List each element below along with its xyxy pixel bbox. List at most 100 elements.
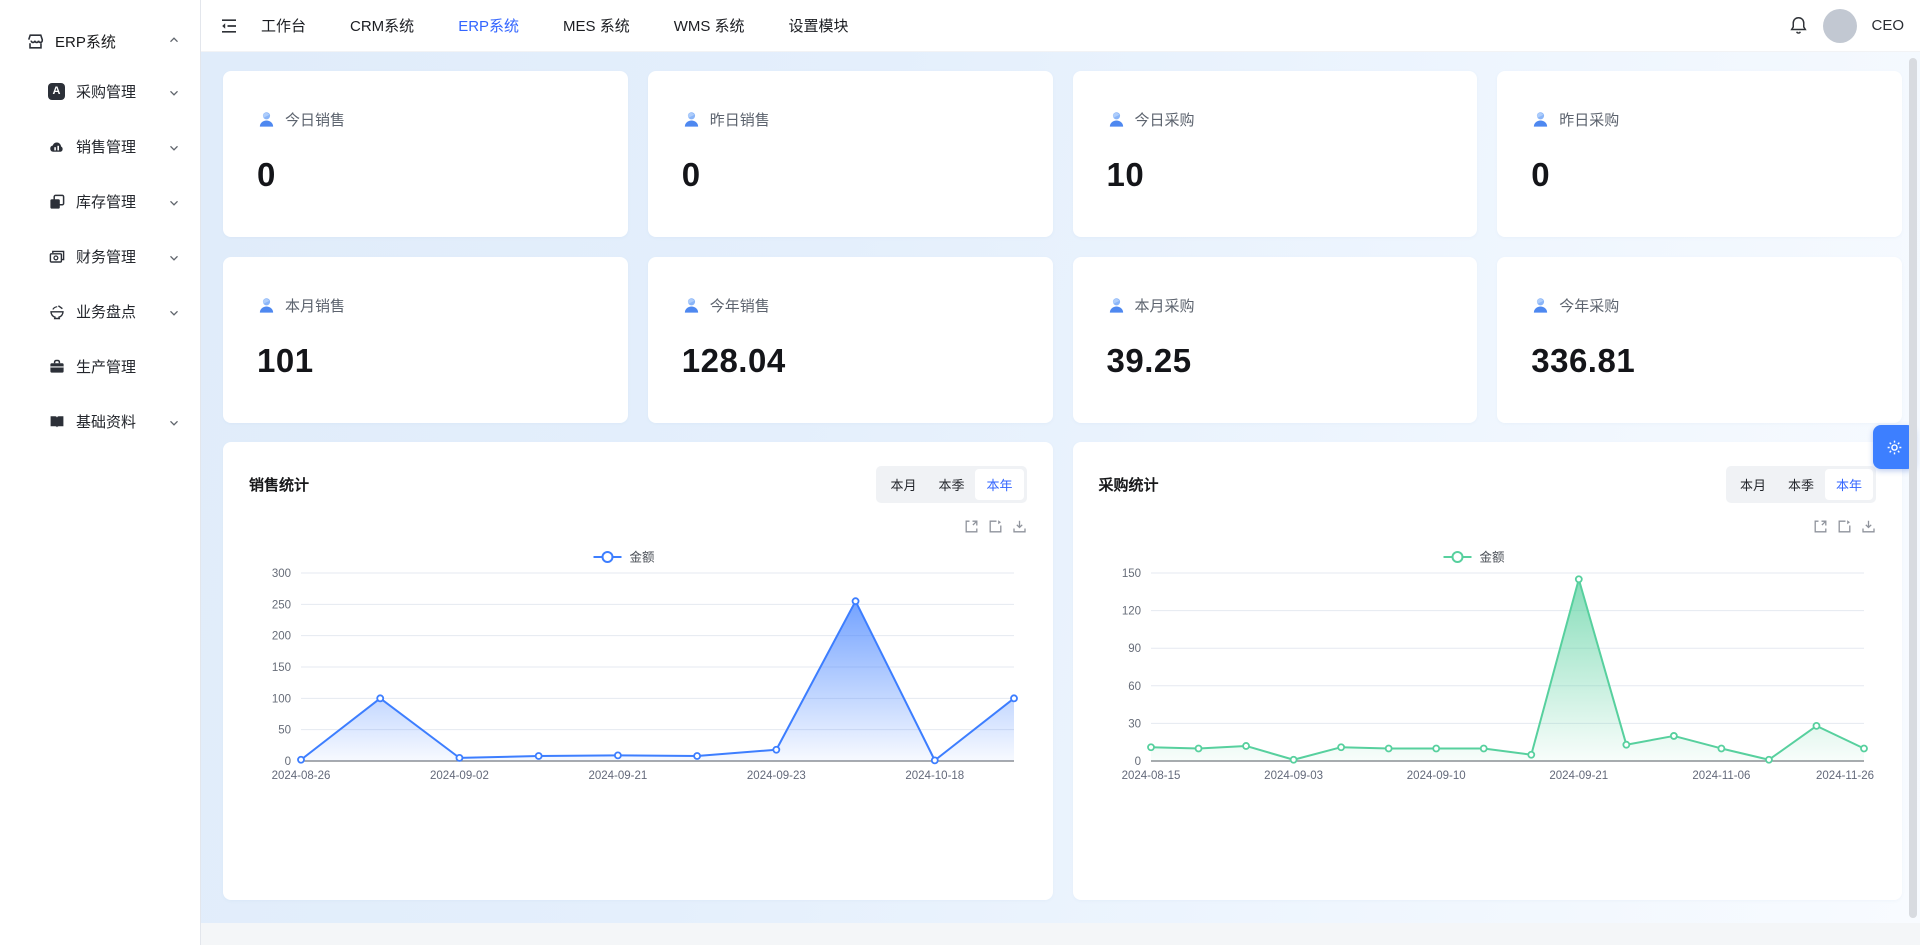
purchase-a-icon: A (48, 83, 66, 101)
chevron-down-icon (168, 416, 180, 428)
svg-text:金额: 金额 (630, 550, 656, 565)
main-content: 今日销售0昨日销售0今日采购10昨日采购0本月销售101今年销售128.04本月… (201, 52, 1920, 923)
stat-value: 101 (257, 342, 594, 380)
zoom-box-icon[interactable] (1813, 519, 1828, 534)
chart-title: 销售统计 (249, 466, 309, 495)
stat-card: 本月采购 39.25 (1073, 257, 1478, 423)
topbar: 工作台 CRM系统 ERP系统 MES 系统 WMS 系统 设置模块 CEO (201, 0, 1920, 52)
stat-card: 昨日销售 0 (648, 71, 1053, 237)
svg-text:2024-09-21: 2024-09-21 (588, 770, 647, 782)
period-tab-month[interactable]: 本月 (1729, 469, 1777, 500)
period-tab-month[interactable]: 本月 (879, 469, 927, 500)
svg-text:250: 250 (272, 599, 291, 611)
period-tab-quarter[interactable]: 本季 (1777, 469, 1825, 500)
period-tab-year[interactable]: 本年 (1825, 469, 1873, 500)
svg-text:2024-09-21: 2024-09-21 (1549, 770, 1608, 782)
svg-text:0: 0 (1134, 756, 1140, 768)
tab-crm[interactable]: CRM系统 (350, 15, 414, 36)
person-icon (257, 296, 276, 315)
restore-icon[interactable] (988, 519, 1003, 534)
stat-label: 昨日采购 (1559, 109, 1619, 130)
finance-money-icon (48, 248, 66, 266)
svg-text:300: 300 (272, 568, 291, 580)
svg-text:150: 150 (1121, 568, 1140, 580)
stat-value: 128.04 (682, 342, 1019, 380)
stat-label: 昨日销售 (710, 109, 770, 130)
user-name: CEO (1871, 17, 1904, 34)
svg-text:50: 50 (278, 725, 291, 737)
person-icon (1531, 110, 1550, 129)
sidebar: ERP系统 A采购管理销售管理库存管理财务管理业务盘点生产管理基础资料 (0, 0, 201, 945)
stat-value: 39.25 (1107, 342, 1444, 380)
chart-toolbox (249, 519, 1027, 535)
sales-cloud-icon (48, 138, 66, 156)
restore-icon[interactable] (1837, 519, 1852, 534)
period-tab-year[interactable]: 本年 (975, 469, 1023, 500)
collapse-menu-icon[interactable] (219, 16, 239, 36)
chart-toolbox (1099, 519, 1877, 535)
svg-text:2024-09-10: 2024-09-10 (1406, 770, 1465, 782)
stat-label: 本月销售 (285, 295, 345, 316)
sales-line-chart: 金额0501001502002503002024-08-262024-09-02… (249, 543, 1026, 793)
bottom-strip (201, 923, 1920, 945)
download-icon[interactable] (1861, 519, 1876, 534)
svg-text:2024-11-06: 2024-11-06 (1692, 770, 1750, 782)
period-tab-quarter[interactable]: 本季 (927, 469, 975, 500)
production-briefcase-icon (48, 358, 66, 376)
purchase-line-chart: 金额03060901201502024-08-152024-09-032024-… (1099, 543, 1876, 793)
stat-value: 0 (1531, 156, 1868, 194)
tab-mes[interactable]: MES 系统 (563, 15, 630, 36)
bell-icon[interactable] (1788, 15, 1809, 36)
tab-erp[interactable]: ERP系统 (458, 15, 519, 36)
svg-text:2024-09-03: 2024-09-03 (1264, 770, 1323, 782)
svg-text:2024-09-02: 2024-09-02 (430, 770, 489, 782)
sidebar-item-erp-root[interactable]: ERP系统 (0, 18, 200, 64)
sidebar-root-label: ERP系统 (55, 31, 116, 52)
stat-value: 336.81 (1531, 342, 1868, 380)
stat-card: 今年销售128.04 (648, 257, 1053, 423)
chevron-down-icon (168, 251, 180, 263)
tab-workbench[interactable]: 工作台 (261, 15, 306, 36)
svg-text:60: 60 (1128, 681, 1141, 693)
sidebar-item-inventory[interactable]: 库存管理 (0, 174, 200, 229)
store-icon (26, 32, 45, 51)
person-icon (1531, 296, 1550, 315)
stat-card: 今年采购 336.81 (1497, 257, 1902, 423)
sidebar-item-sales[interactable]: 销售管理 (0, 119, 200, 174)
tab-wms[interactable]: WMS 系统 (674, 15, 745, 36)
person-icon (682, 296, 701, 315)
download-icon[interactable] (1012, 519, 1027, 534)
tab-settings[interactable]: 设置模块 (789, 15, 849, 36)
svg-text:金额: 金额 (1479, 550, 1505, 565)
inventory-copy-icon (48, 193, 66, 211)
svg-text:2024-11-26: 2024-11-26 (1816, 770, 1874, 782)
stat-card: 昨日采购 0 (1497, 71, 1902, 237)
chevron-up-icon (168, 35, 180, 47)
svg-text:2024-08-26: 2024-08-26 (272, 770, 331, 782)
stat-card: 今日销售0 (223, 71, 628, 237)
svg-text:30: 30 (1128, 718, 1141, 730)
top-nav-tabs: 工作台 CRM系统 ERP系统 MES 系统 WMS 系统 设置模块 (261, 15, 849, 36)
sidebar-item-purchase[interactable]: A采购管理 (0, 64, 200, 119)
stat-label: 今年采购 (1559, 295, 1619, 316)
chevron-down-icon (168, 86, 180, 98)
chevron-down-icon (168, 141, 180, 153)
chart-title: 采购统计 (1099, 466, 1159, 495)
sidebar-item-basics[interactable]: 基础资料 (0, 394, 200, 449)
sidebar-item-production[interactable]: 生产管理 (0, 339, 200, 394)
svg-text:2024-08-15: 2024-08-15 (1121, 770, 1180, 782)
audit-bowl-icon (48, 303, 66, 321)
avatar[interactable] (1823, 9, 1857, 43)
sidebar-item-finance[interactable]: 财务管理 (0, 229, 200, 284)
person-icon (1107, 296, 1126, 315)
stat-value: 0 (682, 156, 1019, 194)
stat-label: 今日采购 (1135, 109, 1195, 130)
svg-text:100: 100 (272, 693, 291, 705)
period-switcher: 本月本季本年 (1726, 466, 1876, 503)
zoom-box-icon[interactable] (964, 519, 979, 534)
stat-label: 本月采购 (1135, 295, 1195, 316)
purchase-chart-card: 采购统计本月本季本年金额03060901201502024-08-152024-… (1073, 442, 1903, 900)
stats-grid: 今日销售0昨日销售0今日采购10昨日采购0本月销售101今年销售128.04本月… (223, 71, 1902, 423)
sidebar-item-audit[interactable]: 业务盘点 (0, 284, 200, 339)
scrollbar-thumb[interactable] (1909, 58, 1917, 918)
